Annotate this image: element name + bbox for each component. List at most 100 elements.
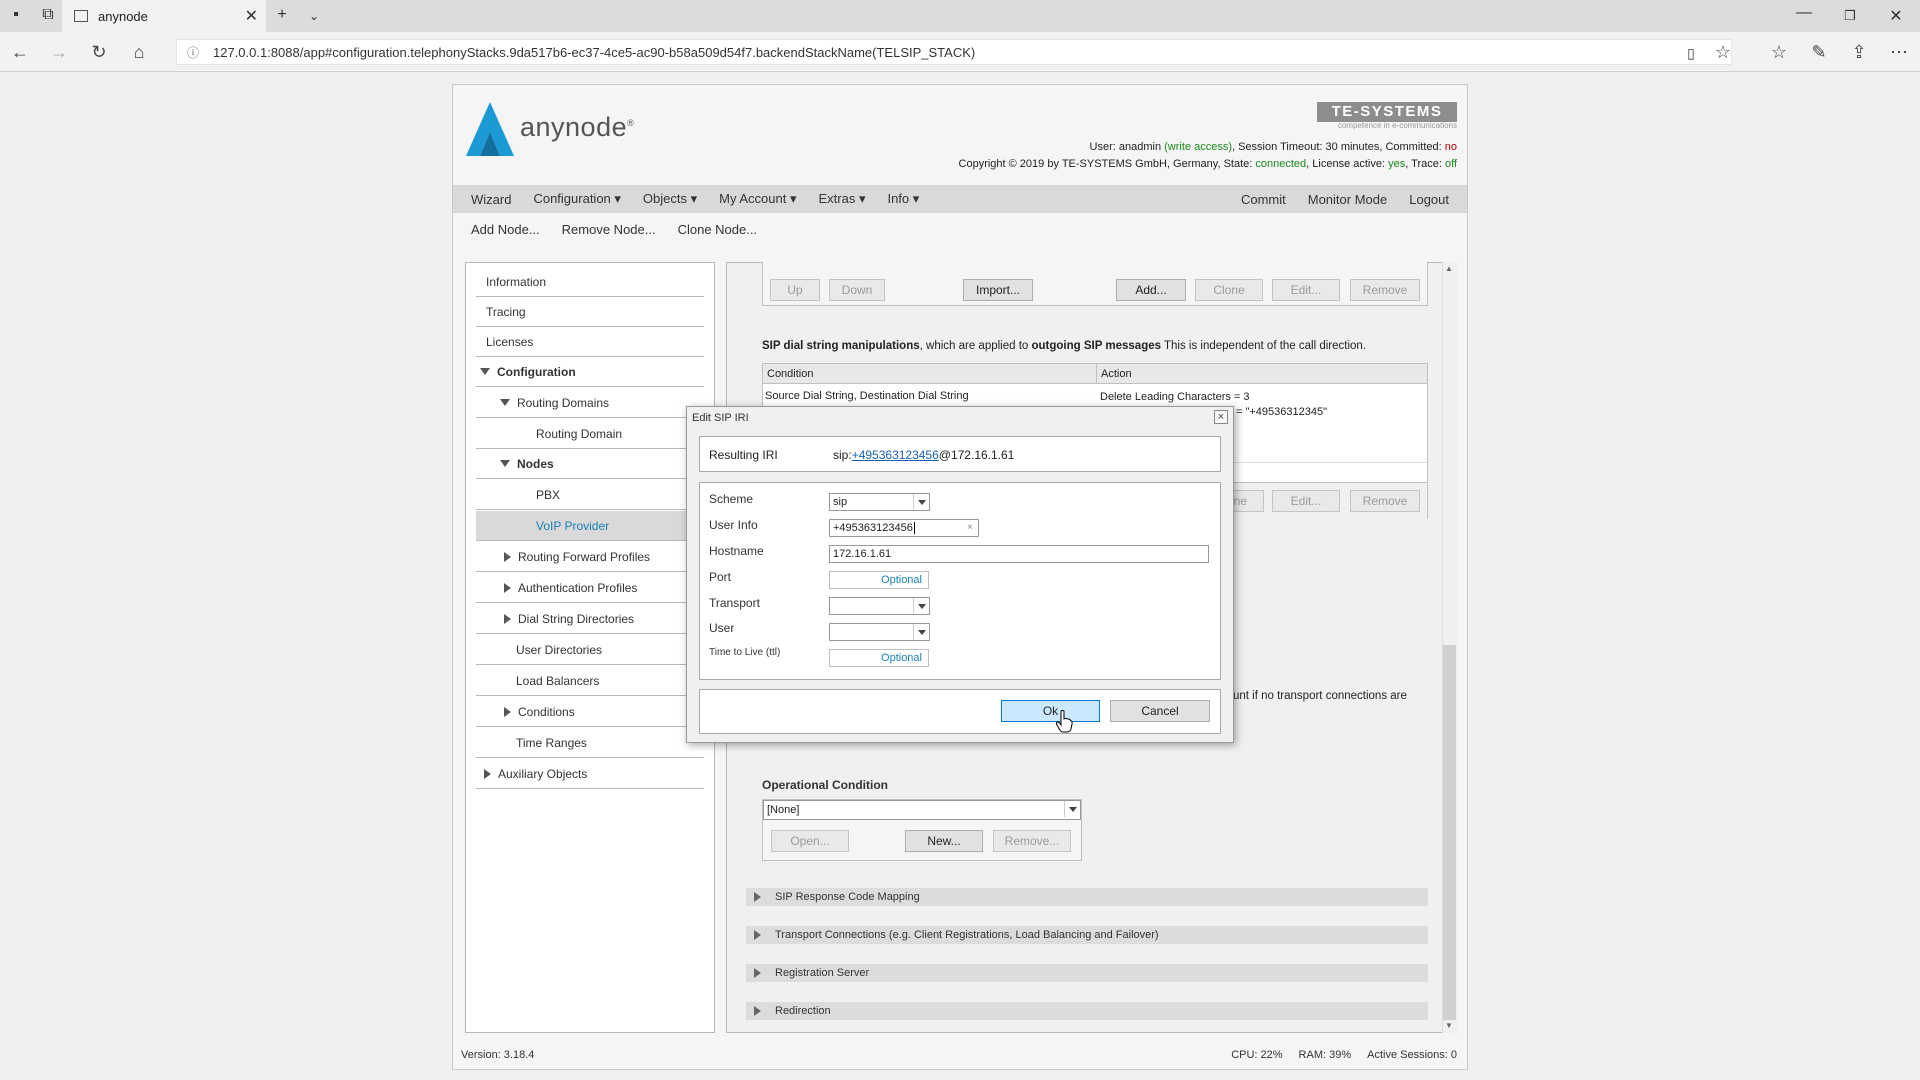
user-select[interactable]: [829, 623, 930, 641]
sidebar-item-load-balancers[interactable]: Load Balancers: [476, 666, 704, 696]
expanded-triangle-icon[interactable]: [500, 460, 510, 467]
sidebar-item-routing-domains[interactable]: Routing Domains: [476, 388, 704, 418]
sidebar-item-user-directories[interactable]: User Directories: [476, 635, 704, 665]
scroll-up-icon[interactable]: ▲: [1445, 264, 1453, 273]
more-icon[interactable]: ⋯: [1888, 42, 1910, 63]
reading-view-icon[interactable]: ▯: [1680, 45, 1702, 62]
edit-button-2[interactable]: Edit...: [1272, 490, 1340, 512]
sidebar-item-conditions[interactable]: Conditions: [476, 697, 704, 727]
menu-monitor-mode[interactable]: Monitor Mode: [1297, 192, 1398, 207]
new-tab-icon[interactable]: +: [272, 6, 292, 24]
tab-actions-icon[interactable]: ▪: [6, 6, 26, 24]
port-input[interactable]: Optional: [829, 571, 929, 589]
sidebar-item-voip-provider[interactable]: VoIP Provider: [476, 511, 704, 541]
sidebar-item-configuration[interactable]: Configuration: [476, 357, 704, 387]
collapsed-triangle-icon[interactable]: [754, 930, 761, 940]
import-button[interactable]: Import...: [963, 279, 1033, 301]
minimize-icon[interactable]: —: [1794, 4, 1814, 22]
sidebar-item-time-ranges[interactable]: Time Ranges: [476, 728, 704, 758]
scheme-select[interactable]: sip: [829, 493, 930, 511]
section-transport-connections[interactable]: Transport Connections (e.g. Client Regis…: [746, 926, 1428, 944]
collapsed-triangle-icon[interactable]: [754, 968, 761, 978]
menu-my-account[interactable]: My Account ▾: [708, 191, 807, 207]
sidebar-item-authentication-profiles[interactable]: Authentication Profiles: [476, 573, 704, 603]
down-button[interactable]: Down: [829, 279, 885, 301]
collapsed-triangle-icon[interactable]: [754, 892, 761, 902]
tab-list-chevron-icon[interactable]: ⌄: [304, 9, 324, 23]
sidebar-item-dial-string-directories[interactable]: Dial String Directories: [476, 604, 704, 634]
chevron-down-icon[interactable]: [1064, 801, 1080, 817]
dialog-close-icon[interactable]: ×: [1214, 410, 1228, 424]
section-registration-server[interactable]: Registration Server: [746, 964, 1428, 982]
transport-select[interactable]: [829, 597, 930, 615]
remove-button-2[interactable]: Remove: [1350, 490, 1420, 512]
back-icon[interactable]: ←: [9, 42, 31, 63]
iri-user-link[interactable]: +495363123456: [852, 448, 939, 462]
sidebar-item-nodes[interactable]: Nodes: [476, 449, 704, 479]
sidebar-item-information[interactable]: Information: [476, 267, 704, 297]
browser-tab[interactable]: anynode ✕: [62, 0, 266, 32]
forward-icon[interactable]: →: [48, 42, 70, 63]
chevron-down-icon[interactable]: [913, 624, 929, 640]
table-row-action[interactable]: Delete Leading Characters = 3: [1100, 391, 1250, 403]
table-row-condition[interactable]: Source Dial String, Destination Dial Str…: [765, 390, 969, 402]
set-tabs-aside-icon[interactable]: ⧉: [38, 6, 58, 24]
menu-wizard[interactable]: Wizard: [453, 192, 522, 207]
remove-button[interactable]: Remove: [1350, 279, 1420, 301]
cancel-button[interactable]: Cancel: [1110, 700, 1210, 722]
menu-info[interactable]: Info ▾: [876, 191, 930, 207]
scrollbar-thumb[interactable]: [1443, 645, 1456, 1020]
expanded-triangle-icon[interactable]: [480, 368, 490, 375]
menu-configuration[interactable]: Configuration ▾: [522, 191, 631, 207]
edit-button[interactable]: Edit...: [1272, 279, 1340, 301]
add-button[interactable]: Add...: [1116, 279, 1186, 301]
sidebar-item-licenses[interactable]: Licenses: [476, 327, 704, 357]
refresh-icon[interactable]: ↻: [88, 42, 110, 63]
collapsed-triangle-icon[interactable]: [504, 582, 511, 593]
expanded-triangle-icon[interactable]: [500, 399, 510, 406]
ok-button[interactable]: Ok: [1001, 700, 1100, 722]
collapsed-triangle-icon[interactable]: [504, 706, 511, 717]
remove-node-link[interactable]: Remove Node...: [551, 222, 667, 237]
favorite-star-icon[interactable]: ☆: [1712, 42, 1734, 63]
tab-close-icon[interactable]: ✕: [245, 6, 258, 26]
clear-input-icon[interactable]: ×: [967, 522, 973, 533]
operational-condition-select[interactable]: [None]: [763, 800, 1081, 820]
menu-extras[interactable]: Extras ▾: [807, 191, 876, 207]
table-row-action-2[interactable]: = "+49536312345": [1236, 406, 1327, 418]
add-node-link[interactable]: Add Node...: [453, 222, 551, 237]
sidebar-item-auxiliary-objects[interactable]: Auxiliary Objects: [476, 759, 704, 789]
collapsed-triangle-icon[interactable]: [504, 613, 511, 624]
chevron-down-icon[interactable]: [913, 598, 929, 614]
favorites-icon[interactable]: ☆: [1768, 42, 1790, 63]
ttl-input[interactable]: Optional: [829, 649, 929, 667]
url-input[interactable]: ⓘ 127.0.0.1:8088/app#configuration.telep…: [176, 39, 1732, 65]
section-redirection[interactable]: Redirection: [746, 1002, 1428, 1020]
sidebar-item-pbx[interactable]: PBX: [476, 480, 704, 510]
menu-objects[interactable]: Objects ▾: [632, 191, 708, 207]
home-icon[interactable]: ⌂: [128, 42, 150, 63]
user-info-input[interactable]: +495363123456 ×: [829, 519, 979, 537]
open-button[interactable]: Open...: [771, 830, 849, 852]
share-icon[interactable]: ⇪: [1848, 42, 1870, 63]
sidebar-item-routing-forward-profiles[interactable]: Routing Forward Profiles: [476, 542, 704, 572]
collapsed-triangle-icon[interactable]: [754, 1006, 761, 1016]
window-close-icon[interactable]: ✕: [1886, 6, 1906, 26]
sidebar-item-routing-domain[interactable]: Routing Domain: [476, 419, 704, 449]
chevron-down-icon[interactable]: [913, 494, 929, 510]
scroll-down-icon[interactable]: ▼: [1445, 1021, 1453, 1030]
section-sip-response-code-mapping[interactable]: SIP Response Code Mapping: [746, 888, 1428, 906]
restore-icon[interactable]: ❐: [1840, 8, 1860, 24]
sidebar-item-tracing[interactable]: Tracing: [476, 297, 704, 327]
clone-node-link[interactable]: Clone Node...: [667, 222, 769, 237]
clone-button[interactable]: Clone: [1195, 279, 1263, 301]
menu-logout[interactable]: Logout: [1398, 192, 1467, 207]
notes-pen-icon[interactable]: ✎: [1808, 42, 1830, 63]
up-button[interactable]: Up: [770, 279, 820, 301]
menu-commit[interactable]: Commit: [1230, 192, 1297, 207]
new-condition-button[interactable]: New...: [905, 830, 983, 852]
collapsed-triangle-icon[interactable]: [504, 551, 511, 562]
hostname-input[interactable]: 172.16.1.61: [829, 545, 1209, 563]
collapsed-triangle-icon[interactable]: [484, 768, 491, 779]
remove-condition-button[interactable]: Remove...: [993, 830, 1071, 852]
